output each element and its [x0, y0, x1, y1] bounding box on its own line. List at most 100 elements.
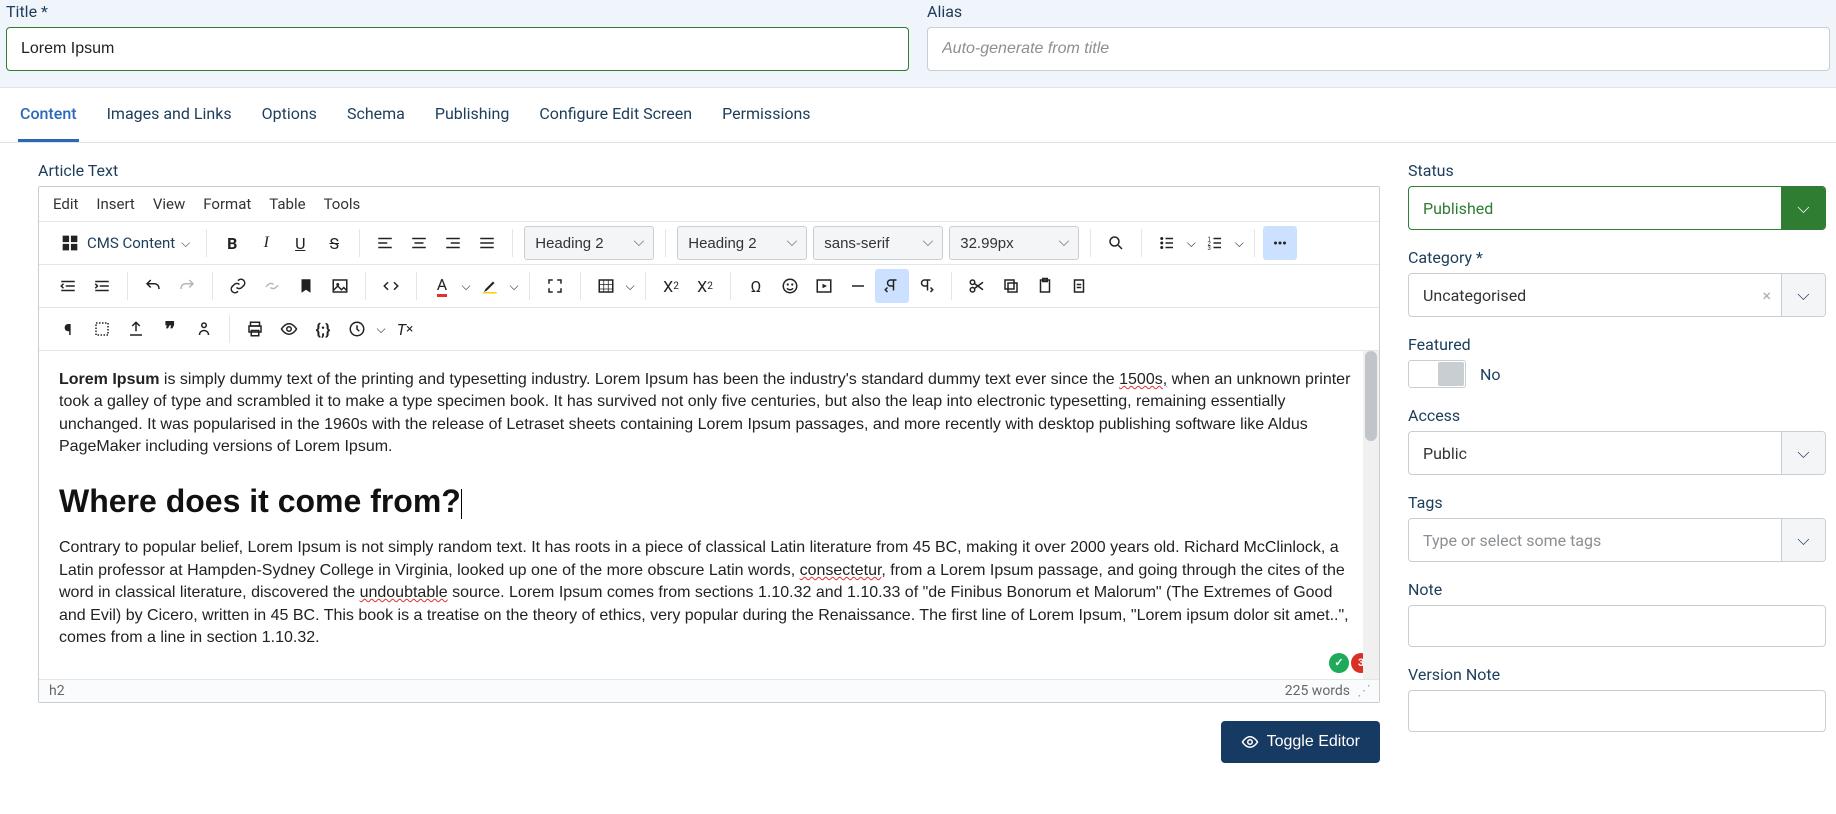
- tags-select[interactable]: Type or select some tags ⌵: [1408, 518, 1826, 562]
- code-sample-button[interactable]: {;}: [306, 312, 340, 346]
- featured-toggle[interactable]: [1408, 360, 1466, 388]
- menu-tools[interactable]: Tools: [324, 195, 361, 213]
- chevron-down-icon[interactable]: ⌵: [1781, 432, 1825, 474]
- text-color-dropdown[interactable]: ⌵: [459, 269, 473, 303]
- version-note-label: Version Note: [1408, 665, 1826, 684]
- tab-images-links[interactable]: Images and Links: [105, 88, 234, 142]
- version-note-input[interactable]: [1408, 690, 1826, 732]
- indent-button[interactable]: [85, 269, 119, 303]
- bookmark-button[interactable]: [289, 269, 323, 303]
- featured-value: No: [1480, 365, 1501, 384]
- select-all-button[interactable]: [85, 312, 119, 346]
- clear-category-button[interactable]: ×: [1752, 286, 1781, 305]
- menu-insert[interactable]: Insert: [96, 195, 134, 213]
- link-button[interactable]: [221, 269, 255, 303]
- tab-configure-edit-screen[interactable]: Configure Edit Screen: [537, 88, 694, 142]
- title-input[interactable]: [6, 27, 909, 71]
- bullet-list-button[interactable]: [1150, 226, 1184, 260]
- tab-permissions[interactable]: Permissions: [720, 88, 812, 142]
- cms-content-dropdown[interactable]: CMS Content ⌵: [51, 226, 198, 260]
- status-select[interactable]: Published ⌵: [1408, 186, 1826, 230]
- align-left-button[interactable]: [368, 226, 402, 260]
- editor-content-area[interactable]: Lorem Ipsum is simply dummy text of the …: [39, 351, 1379, 679]
- fullscreen-button[interactable]: [538, 269, 572, 303]
- bullet-list-dropdown[interactable]: ⌵: [1184, 226, 1198, 260]
- cut-button[interactable]: [960, 269, 994, 303]
- menu-edit[interactable]: Edit: [53, 195, 78, 213]
- highlight-button[interactable]: [473, 269, 507, 303]
- chevron-down-icon[interactable]: ⌵: [1781, 274, 1825, 316]
- paste-button[interactable]: [1028, 269, 1062, 303]
- copy-button[interactable]: [994, 269, 1028, 303]
- menu-format[interactable]: Format: [203, 195, 251, 213]
- tags-label: Tags: [1408, 493, 1826, 512]
- menu-table[interactable]: Table: [269, 195, 305, 213]
- datetime-button[interactable]: [340, 312, 374, 346]
- superscript-button[interactable]: X2: [688, 269, 722, 303]
- print-button[interactable]: [238, 312, 272, 346]
- tab-schema[interactable]: Schema: [345, 88, 407, 142]
- toggle-editor-button[interactable]: Toggle Editor: [1221, 721, 1380, 763]
- align-justify-button[interactable]: [470, 226, 504, 260]
- block-format-select[interactable]: Heading 2: [524, 226, 654, 260]
- undo-button[interactable]: [136, 269, 170, 303]
- numbered-list-button[interactable]: 123: [1198, 226, 1232, 260]
- bold-button[interactable]: B: [215, 226, 249, 260]
- resize-handle[interactable]: ⋰: [1357, 683, 1369, 699]
- font-family-select[interactable]: sans-serif: [813, 226, 943, 260]
- access-select[interactable]: Public ⌵: [1408, 431, 1826, 475]
- media-button[interactable]: [807, 269, 841, 303]
- strikethrough-button[interactable]: S: [317, 226, 351, 260]
- table-dropdown[interactable]: ⌵: [623, 269, 637, 303]
- chevron-down-icon[interactable]: ⌵: [1781, 519, 1825, 561]
- unlink-button[interactable]: [255, 269, 289, 303]
- numbered-list-dropdown[interactable]: ⌵: [1232, 226, 1246, 260]
- special-char-button[interactable]: Ω: [739, 269, 773, 303]
- emoji-icon: [781, 277, 799, 295]
- chevron-down-icon[interactable]: ⌵: [1781, 187, 1825, 229]
- ltr-button[interactable]: [875, 269, 909, 303]
- subscript-button[interactable]: X2: [654, 269, 688, 303]
- italic-button[interactable]: I: [249, 226, 283, 260]
- redo-button[interactable]: [170, 269, 204, 303]
- paste-text-button[interactable]: [1062, 269, 1096, 303]
- underline-button[interactable]: U: [283, 226, 317, 260]
- menu-view[interactable]: View: [153, 195, 185, 213]
- paragraph-button[interactable]: ¶: [51, 312, 85, 346]
- element-path[interactable]: h2: [49, 683, 65, 699]
- bookmark-icon: [297, 277, 315, 295]
- search-button[interactable]: [1099, 226, 1133, 260]
- more-toolbar-button[interactable]: [1263, 226, 1297, 260]
- outdent-button[interactable]: [51, 269, 85, 303]
- horizontal-rule-button[interactable]: [841, 269, 875, 303]
- search-icon: [1107, 234, 1125, 252]
- note-label: Note: [1408, 580, 1826, 599]
- tab-options[interactable]: Options: [260, 88, 319, 142]
- emoji-button[interactable]: [773, 269, 807, 303]
- datetime-dropdown[interactable]: ⌵: [374, 312, 388, 346]
- alias-input[interactable]: [927, 27, 1830, 71]
- paragraph: Lorem Ipsum is simply dummy text of the …: [59, 369, 1359, 459]
- note-input[interactable]: [1408, 605, 1826, 647]
- blockquote-button[interactable]: ❞: [153, 312, 187, 346]
- font-size-select[interactable]: 32.99px: [949, 226, 1079, 260]
- preview-button[interactable]: [272, 312, 306, 346]
- anchor-button[interactable]: [187, 312, 221, 346]
- tabs: Content Images and Links Options Schema …: [0, 88, 1836, 143]
- table-button[interactable]: [589, 269, 623, 303]
- image-button[interactable]: [323, 269, 357, 303]
- align-center-button[interactable]: [402, 226, 436, 260]
- text-color-button[interactable]: A: [425, 269, 459, 303]
- tab-publishing[interactable]: Publishing: [433, 88, 511, 142]
- code-button[interactable]: [374, 269, 408, 303]
- upload-button[interactable]: [119, 312, 153, 346]
- highlight-dropdown[interactable]: ⌵: [507, 269, 521, 303]
- editor-scrollbar[interactable]: [1363, 351, 1379, 679]
- heading-select[interactable]: Heading 2: [677, 226, 807, 260]
- rtl-button[interactable]: [909, 269, 943, 303]
- clear-formatting-button[interactable]: T×: [388, 312, 422, 346]
- category-select[interactable]: Uncategorised × ⌵: [1408, 273, 1826, 317]
- tab-content[interactable]: Content: [18, 88, 79, 142]
- align-right-button[interactable]: [436, 226, 470, 260]
- status-badge-ok[interactable]: ✓: [1329, 653, 1349, 673]
